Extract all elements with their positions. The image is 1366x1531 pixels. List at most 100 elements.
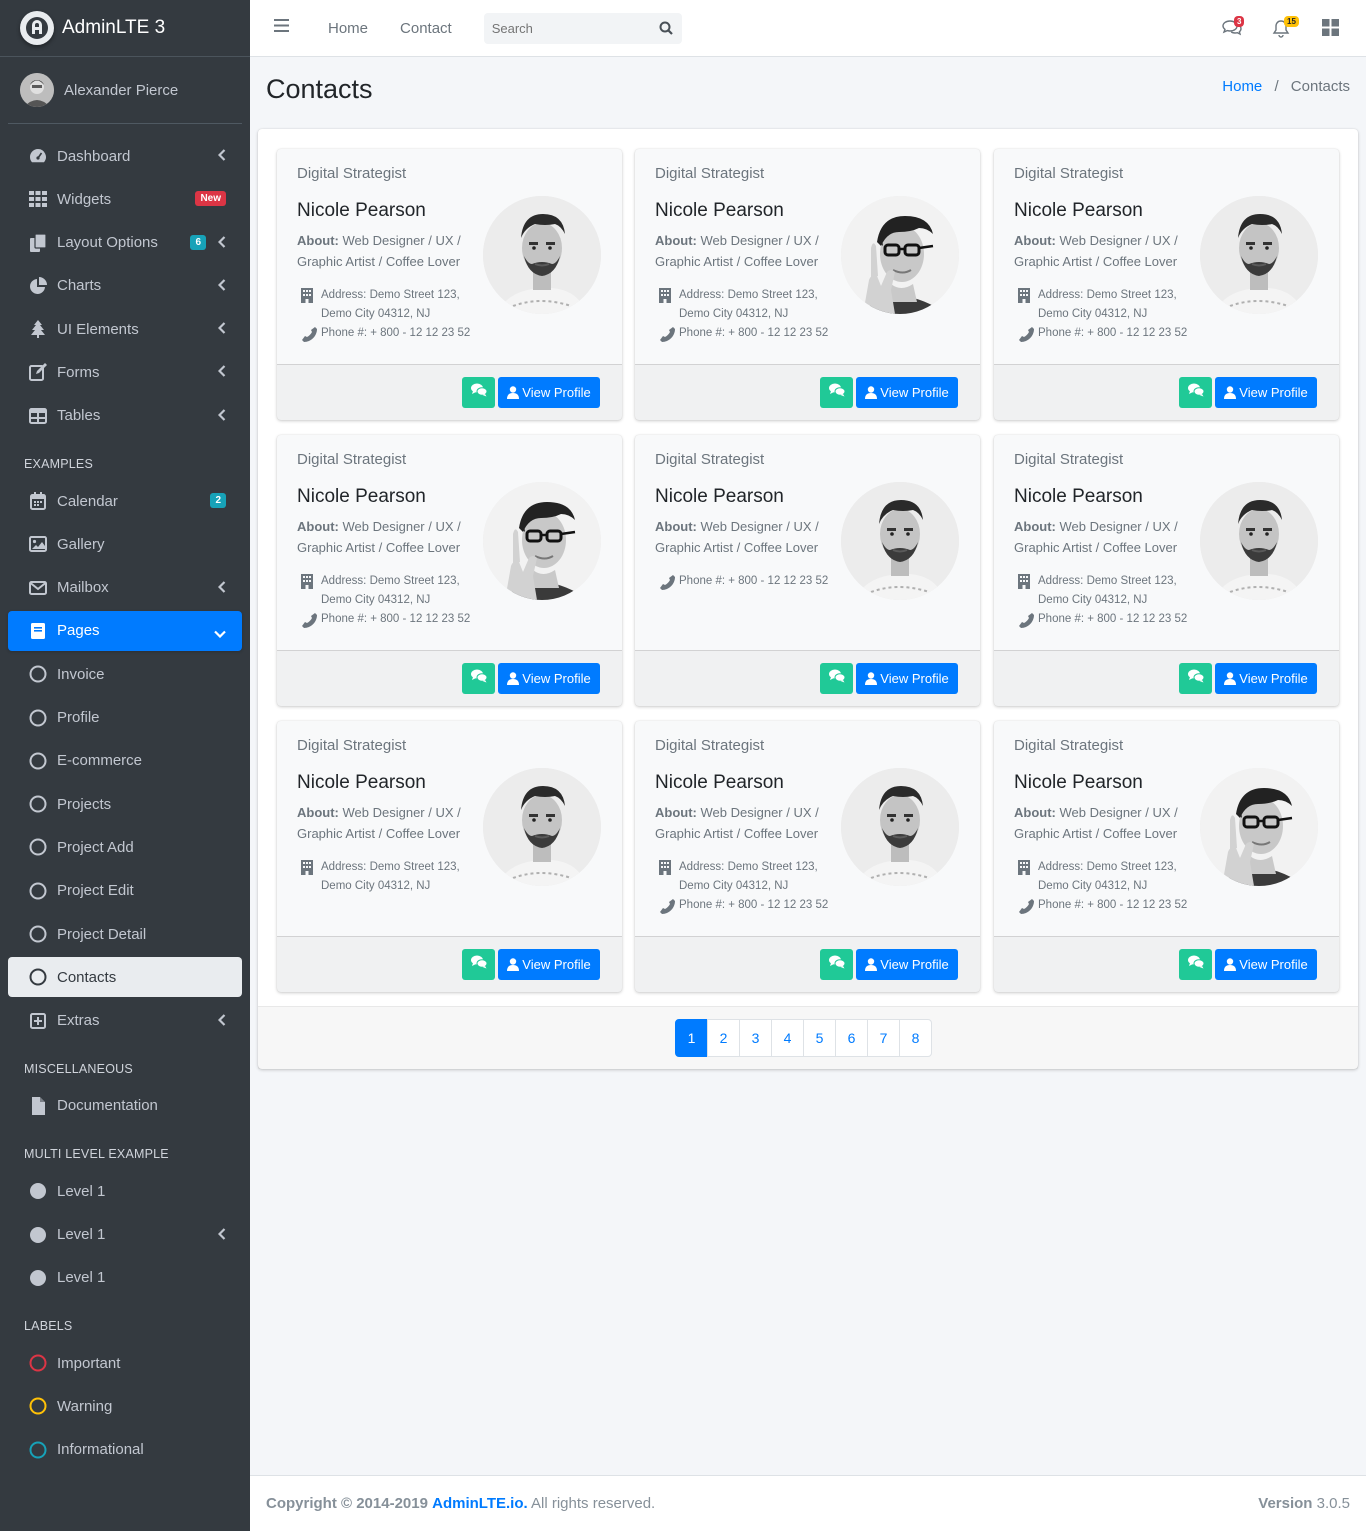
user-icon (507, 386, 520, 399)
page-link-7[interactable]: 7 (867, 1019, 900, 1057)
contact-address: Address: Demo Street 123, Demo City 0431… (659, 858, 849, 896)
nav-header-multi-level: MULTI LEVEL EXAMPLE (24, 1147, 169, 1162)
contact-name: Nicole Pearson (1014, 772, 1143, 793)
page-link-5[interactable]: 5 (803, 1019, 836, 1057)
sidebar-item-pages[interactable]: Pages (8, 610, 242, 651)
contact-name: Nicole Pearson (297, 200, 426, 221)
view-profile-button[interactable]: View Profile (1215, 949, 1317, 980)
user-panel[interactable]: Alexander Pierce (8, 57, 242, 124)
sidebar-item-gallery[interactable]: Gallery (8, 524, 242, 564)
phone-text: Phone #: + 800 - 12 12 23 52 (679, 327, 829, 339)
sidebar-item-project-edit[interactable]: Project Edit (8, 871, 242, 911)
chat-button[interactable] (820, 377, 853, 408)
sidebar-item-dashboard[interactable]: Dashboard (8, 136, 242, 176)
about-label: About: (1014, 519, 1056, 534)
about-label: About: (297, 519, 339, 534)
sidebar-item-mailbox[interactable]: Mailbox (8, 568, 242, 608)
sidebar-item-label: Projects (57, 795, 112, 813)
breadcrumb-home-link[interactable]: Home (1222, 78, 1262, 95)
chat-button[interactable] (1179, 949, 1212, 980)
sidebar-item-project-add[interactable]: Project Add (8, 827, 242, 867)
phone-text: Phone #: + 800 - 12 12 23 52 (679, 575, 829, 587)
search-icon[interactable] (659, 21, 673, 40)
sidebar-item-label: Warning (57, 1397, 113, 1415)
chat-button[interactable] (462, 377, 495, 408)
sidebar-item-forms[interactable]: Forms (8, 352, 242, 392)
contact-about: About: Web Designer / UX / Graphic Artis… (297, 230, 472, 272)
contact-card-footer: View Profile (277, 364, 622, 420)
view-profile-button[interactable]: View Profile (856, 377, 958, 408)
building-icon (301, 574, 315, 596)
sidebar-item-layout-options[interactable]: Layout Options 6 (8, 223, 242, 263)
sidebar-item-tables[interactable]: Tables (8, 396, 242, 436)
phone-text: Phone #: + 800 - 12 12 23 52 (1038, 327, 1188, 339)
sidebar-item-charts[interactable]: Charts (8, 266, 242, 306)
contact-name: Nicole Pearson (297, 772, 426, 793)
chat-button[interactable] (820, 663, 853, 694)
contact-phone: Phone #: + 800 - 12 12 23 52 (1018, 324, 1208, 343)
sidebar-item-level-1-c[interactable]: Level 1 (8, 1258, 242, 1298)
messages-dropdown[interactable]: 3 (1222, 15, 1245, 39)
sidebar-item-profile[interactable]: Profile (8, 698, 242, 738)
brand-link[interactable]: AdminLTE 3 (0, 0, 250, 57)
page-link-1[interactable]: 1 (675, 1019, 708, 1057)
sidebar-item-calendar[interactable]: Calendar 2 (8, 481, 242, 521)
sidebar-item-project-detail[interactable]: Project Detail (8, 914, 242, 954)
address-text: Address: Demo Street 123, Demo City 0431… (321, 861, 460, 892)
sidebar-item-informational[interactable]: Informational (8, 1430, 242, 1470)
control-sidebar-toggle[interactable] (1322, 18, 1342, 39)
sidebar-item-invoice[interactable]: Invoice (8, 654, 242, 694)
sidebar-item-contacts[interactable]: Contacts (8, 957, 242, 998)
adminlte-link[interactable]: AdminLTE.io. (432, 1495, 528, 1512)
contact-address: Address: Demo Street 123, Demo City 0431… (301, 286, 491, 324)
nav-home-link[interactable]: Home (328, 20, 368, 37)
view-profile-button[interactable]: View Profile (498, 663, 600, 694)
view-profile-button[interactable]: View Profile (856, 663, 958, 694)
search-input[interactable] (491, 20, 642, 36)
sidebar-item-ui-elements[interactable]: UI Elements (8, 309, 242, 349)
chat-button[interactable] (1179, 377, 1212, 408)
page-link-8[interactable]: 8 (899, 1019, 932, 1057)
sidebar-item-important[interactable]: Important (8, 1343, 242, 1383)
menu-toggle-icon[interactable] (274, 19, 290, 37)
view-profile-label: View Profile (1239, 671, 1308, 686)
sidebar-item-level-1-a[interactable]: Level 1 (8, 1171, 242, 1211)
page-link-4[interactable]: 4 (771, 1019, 804, 1057)
view-profile-button[interactable]: View Profile (498, 949, 600, 980)
chat-button[interactable] (462, 949, 495, 980)
view-profile-label: View Profile (522, 671, 591, 686)
sidebar-item-widgets[interactable]: Widgets New (8, 179, 242, 219)
contact-phone: Phone #: + 800 - 12 12 23 52 (1018, 610, 1208, 629)
sidebar-item-e-commerce[interactable]: E-commerce (8, 741, 242, 781)
user-icon (1224, 386, 1237, 399)
sidebar-item-label: Gallery (57, 535, 105, 553)
sidebar-item-level-1-b[interactable]: Level 1 (8, 1215, 242, 1255)
chat-button[interactable] (1179, 663, 1212, 694)
sidebar-item-documentation[interactable]: Documentation (8, 1086, 242, 1126)
view-profile-button[interactable]: View Profile (1215, 663, 1317, 694)
page-link-6[interactable]: 6 (835, 1019, 868, 1057)
user-avatar (20, 73, 54, 107)
sidebar-item-extras[interactable]: Extras (8, 1001, 242, 1041)
notifications-dropdown[interactable]: 15 (1272, 15, 1299, 42)
phone-text: Phone #: + 800 - 12 12 23 52 (321, 613, 471, 625)
view-profile-button[interactable]: View Profile (498, 377, 600, 408)
nav-contact-link[interactable]: Contact (400, 20, 452, 37)
address-text: Address: Demo Street 123, Demo City 0431… (321, 575, 460, 606)
chat-button[interactable] (462, 663, 495, 694)
view-profile-button[interactable]: View Profile (856, 949, 958, 980)
chat-button[interactable] (820, 949, 853, 980)
building-icon (1018, 860, 1032, 882)
view-profile-button[interactable]: View Profile (1215, 377, 1317, 408)
sidebar-item-warning[interactable]: Warning (8, 1386, 242, 1426)
circle-icon (28, 1225, 48, 1245)
page-link-3[interactable]: 3 (739, 1019, 772, 1057)
breadcrumb: Home / Contacts (1222, 78, 1350, 95)
bell-icon (1272, 19, 1290, 42)
contact-card-footer: View Profile (994, 364, 1339, 420)
plus-square-icon (28, 1011, 48, 1031)
user-icon (1224, 672, 1237, 685)
page-link-2[interactable]: 2 (707, 1019, 740, 1057)
sidebar-item-projects[interactable]: Projects (8, 784, 242, 824)
content-header: Contacts Home / Contacts (266, 74, 1350, 108)
